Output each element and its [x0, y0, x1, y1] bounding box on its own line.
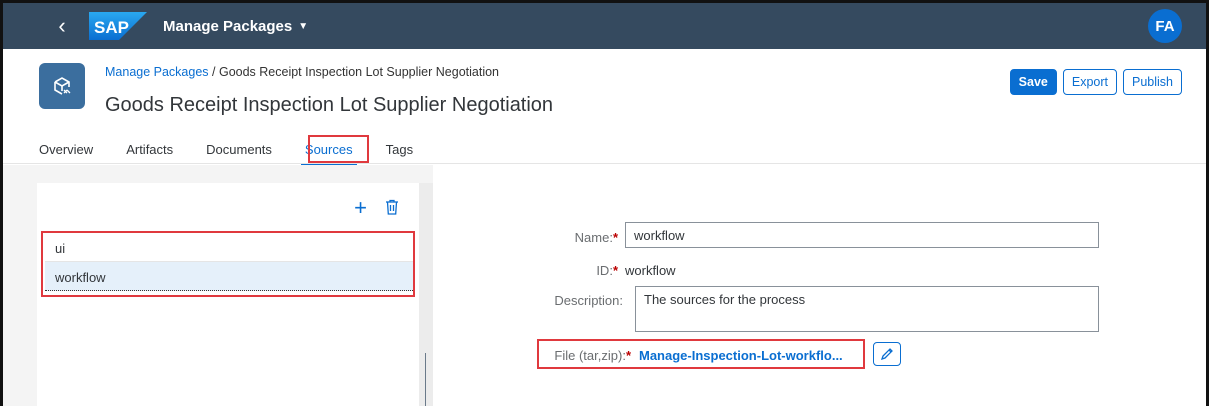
shell-bar: ‹ SAP Manage Packages ▼ FA: [3, 3, 1206, 49]
description-textarea[interactable]: The sources for the process: [635, 286, 1099, 332]
breadcrumb-separator: /: [208, 65, 219, 79]
add-icon[interactable]: +: [354, 197, 367, 219]
user-avatar[interactable]: FA: [1148, 9, 1182, 43]
breadcrumb-link-manage-packages[interactable]: Manage Packages: [105, 65, 209, 79]
required-marker: *: [612, 263, 618, 278]
name-label: Name:*: [433, 230, 618, 245]
id-label-text: ID:: [596, 263, 613, 278]
sap-logo: SAP: [89, 12, 147, 40]
tab-bar: Overview Artifacts Documents Sources Tag…: [39, 142, 446, 167]
breadcrumb: Manage Packages / Goods Receipt Inspecti…: [105, 65, 499, 79]
source-detail-panel: Name:* workflow ID:* workflow Descriptio…: [433, 165, 1206, 406]
app-window: ‹ SAP Manage Packages ▼ FA Manage Packag…: [0, 0, 1209, 406]
header-actions: Save Export Publish: [1009, 69, 1182, 95]
app-title: Manage Packages: [163, 17, 293, 35]
name-label-text: Name:: [574, 230, 613, 245]
tab-tags[interactable]: Tags: [386, 142, 413, 164]
breadcrumb-current: Goods Receipt Inspection Lot Supplier Ne…: [218, 65, 500, 79]
package-icon: [39, 63, 85, 109]
export-button[interactable]: Export: [1062, 69, 1117, 95]
object-header: Manage Packages / Goods Receipt Inspecti…: [3, 49, 1206, 167]
publish-button[interactable]: Publish: [1123, 69, 1182, 95]
app-title-menu[interactable]: Manage Packages ▼: [163, 18, 308, 35]
required-marker: *: [612, 230, 618, 245]
highlight-sources-list: [41, 231, 415, 297]
page-title: Goods Receipt Inspection Lot Supplier Ne…: [105, 94, 554, 116]
id-label: ID:*: [433, 263, 618, 278]
chevron-left-icon: ‹: [58, 13, 66, 38]
edit-file-button[interactable]: [873, 342, 901, 366]
content-area: + ui workflow Name:* workflow ID:* workf…: [3, 165, 1206, 406]
name-input[interactable]: workflow: [625, 222, 1099, 248]
tab-documents[interactable]: Documents: [206, 142, 272, 164]
description-label: Description:: [554, 293, 623, 308]
splitter[interactable]: [419, 183, 433, 406]
save-button[interactable]: Save: [1009, 69, 1057, 95]
tab-overview[interactable]: Overview: [39, 142, 93, 164]
back-button[interactable]: ‹: [47, 13, 77, 39]
id-value: workflow: [625, 263, 676, 278]
pencil-icon: [880, 348, 893, 361]
highlight-file-field: [537, 339, 865, 369]
tab-artifacts[interactable]: Artifacts: [126, 142, 173, 164]
delete-icon[interactable]: [385, 197, 399, 219]
list-toolbar: +: [354, 197, 399, 219]
caret-down-icon: ▼: [298, 20, 309, 32]
sap-logo-text: SAP: [94, 18, 129, 37]
highlight-sources-tab: [308, 135, 369, 163]
splitter-handle: [425, 353, 426, 406]
